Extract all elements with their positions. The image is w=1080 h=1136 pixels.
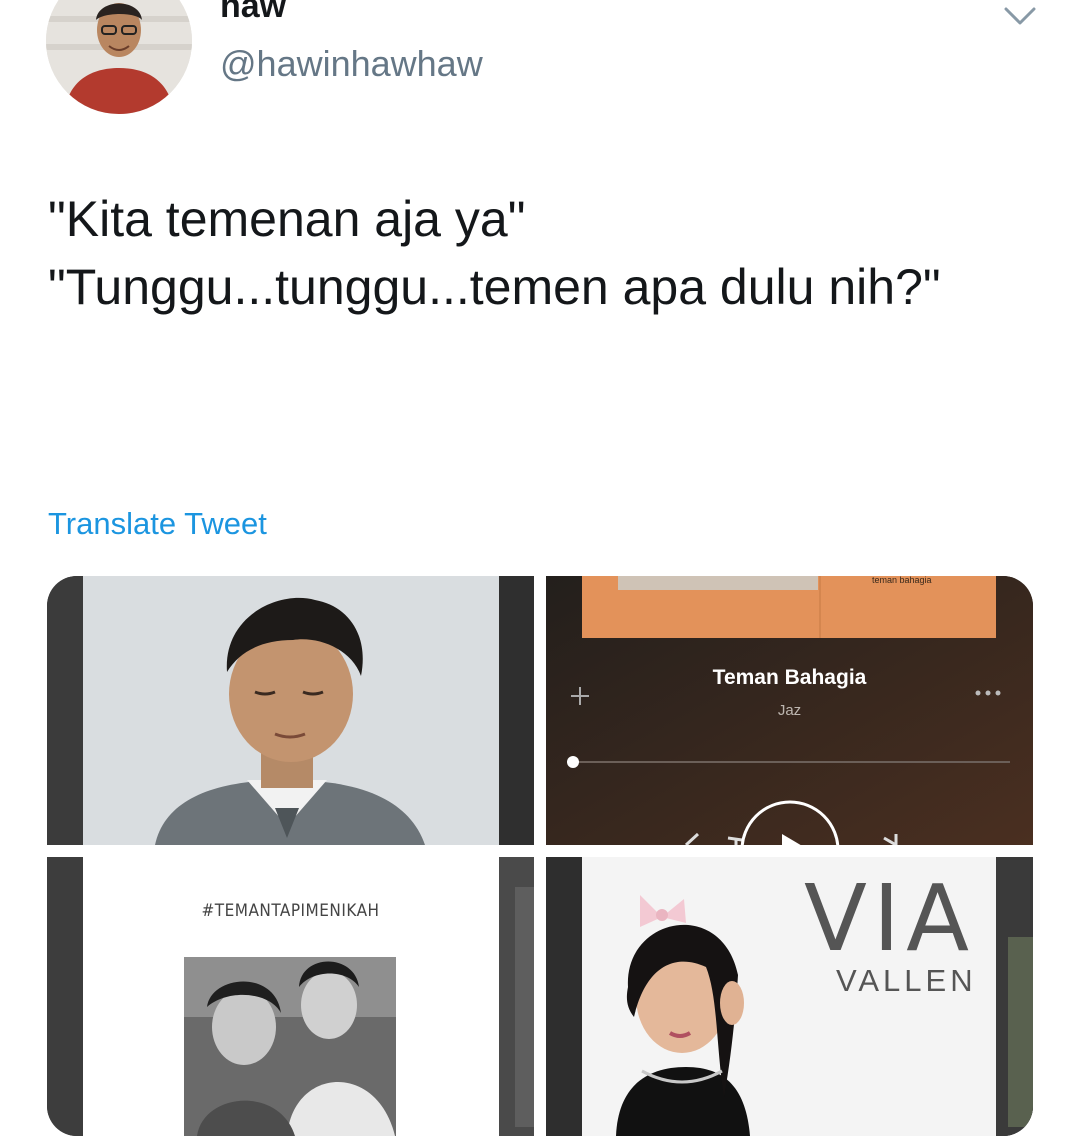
chevron-down-icon[interactable] (1002, 4, 1038, 28)
media-tile-portrait[interactable] (47, 576, 534, 845)
avatar[interactable] (46, 0, 192, 114)
song-artist: Jaz (777, 702, 802, 719)
song-title: Teman Bahagia (712, 666, 867, 689)
user-handle[interactable]: @hawinhawhaw (220, 42, 483, 86)
media-grid: teman bahagia Teman Bahagia Jaz #TEMANTA… (47, 576, 1033, 1136)
portrait-photo (47, 576, 534, 845)
display-name[interactable]: haw (220, 0, 286, 26)
media-tile-poster[interactable]: #TEMANTAPIMENIKAH (47, 857, 534, 1136)
poster-image (47, 857, 534, 1136)
poster-hashtag: #TEMANTAPIMENIKAH (201, 901, 380, 921)
album-title: VIA (804, 865, 976, 972)
media-tile-album-cover[interactable]: VIA VALLEN (546, 857, 1033, 1136)
tweet-text: "Kita temenan aja ya" "Tunggu...tunggu..… (48, 186, 1028, 322)
tweet-line: "Kita temenan aja ya" (48, 191, 526, 247)
play-icon[interactable] (738, 798, 842, 845)
translate-tweet-link[interactable]: Translate Tweet (48, 504, 267, 544)
album-subtitle: VALLEN (836, 963, 977, 998)
tweet-line: "Tunggu...tunggu...temen apa dulu nih?" (48, 259, 941, 315)
avatar-photo (46, 0, 192, 114)
media-tile-music-player[interactable]: teman bahagia Teman Bahagia Jaz (546, 576, 1033, 845)
album-tag: teman bahagia (872, 576, 932, 585)
